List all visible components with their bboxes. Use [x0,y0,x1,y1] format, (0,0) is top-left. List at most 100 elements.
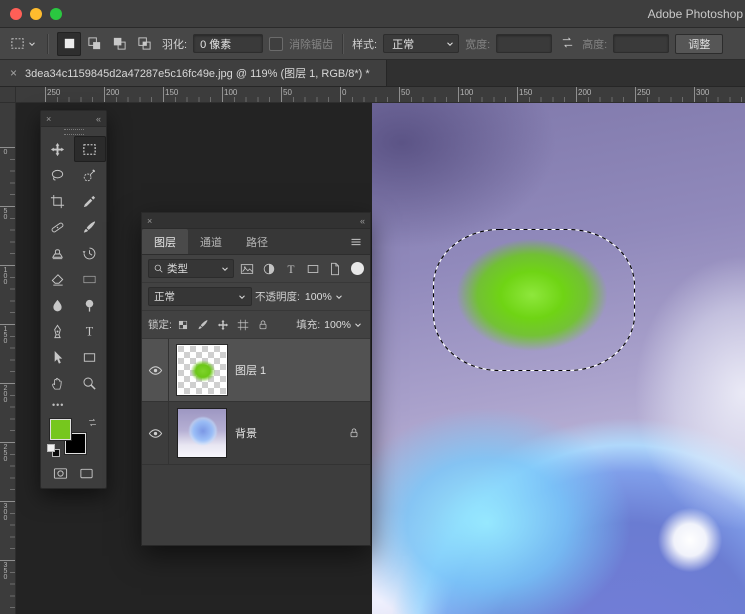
quick-mask-icon [53,466,68,481]
lock-all-button[interactable] [255,316,272,333]
lock-label: 锁定: [148,319,172,331]
foreground-color-swatch[interactable] [50,419,71,440]
rect-marquee-tool[interactable] [73,136,106,162]
tab-channels[interactable]: 通道 [188,229,234,254]
history-brush-tool-icon [82,246,97,261]
clone-stamp-tool[interactable] [41,240,74,266]
healing-brush-tool-icon [50,220,65,235]
pen-tool[interactable] [41,318,74,344]
move-tool[interactable] [41,136,74,162]
fill-value-select[interactable]: 100% [322,315,364,334]
ruler-corner[interactable] [0,87,16,103]
chevron-down-icon [221,265,229,273]
selection-marching-ants[interactable] [432,228,636,372]
panel-close-icon[interactable]: × [147,216,152,226]
fill-value: 100% [324,318,351,331]
dodge-tool[interactable] [74,292,107,318]
tool-preset-button[interactable] [8,34,38,53]
refine-edge-button[interactable]: 调整 [675,33,724,54]
ruler-tick-label: 200 [106,88,120,97]
panel-collapse-icon[interactable]: « [96,114,101,124]
lock-transparency-button[interactable] [175,316,192,333]
tab-close-icon[interactable]: × [10,66,17,80]
fullscreen-window-button[interactable] [50,7,62,20]
layer-row-layer1[interactable]: 图层 1 [142,339,370,402]
lock-position-button[interactable] [215,316,232,333]
canvas[interactable] [372,103,745,614]
blur-tool[interactable] [41,292,74,318]
intersect-selection-button[interactable] [132,32,156,56]
dodge-tool-icon [82,298,97,313]
zoom-tool[interactable] [74,370,107,396]
horizontal-ruler[interactable]: 250 200 150 100 50 0 50 100 150 200 250 300 [16,87,745,103]
panel-menu-icon[interactable] [349,236,363,248]
eraser-tool[interactable] [41,266,74,292]
crop-tool-icon [50,194,65,209]
layers-panel-header[interactable]: × « [142,213,370,229]
edit-toolbar-button[interactable]: ••• [41,396,106,414]
antialias-checkbox[interactable] [269,36,284,51]
layer-thumbnail[interactable] [177,408,227,458]
history-brush-tool[interactable] [74,240,107,266]
screen-mode-button[interactable] [76,464,98,482]
brush-tool[interactable] [74,214,107,240]
document-tab[interactable]: × 3dea34c1159845d2a47287e5c16fc49e.jpg @… [0,60,387,86]
path-selection-tool[interactable] [41,344,74,370]
clone-stamp-tool-icon [50,246,65,261]
tab-paths[interactable]: 路径 [234,229,280,254]
filter-pixel-layers-button[interactable] [237,259,256,278]
layer-name[interactable]: 图层 1 [235,362,266,378]
blend-mode-select[interactable]: 正常 [148,287,252,306]
ruler-tick-label: 100 [460,88,474,97]
lasso-tool[interactable] [41,162,74,188]
shape-tool[interactable] [74,344,107,370]
add-to-selection-button[interactable] [82,32,106,56]
eyedropper-tool[interactable] [74,188,107,214]
crop-tool[interactable] [41,188,74,214]
quick-mask-button[interactable] [49,464,71,482]
layer-name[interactable]: 背景 [235,425,257,441]
lock-paint-button[interactable] [195,316,212,333]
layer-visibility-toggle[interactable] [142,402,169,464]
hand-tool[interactable] [41,370,74,396]
swap-width-height-button[interactable] [558,35,576,53]
rect-marquee-tool-icon [82,142,97,157]
titlebar: Adobe Photoshop [0,0,745,28]
panel-collapse-icon[interactable]: « [360,216,365,226]
filter-toggle[interactable] [351,262,364,275]
feather-input[interactable] [193,34,264,53]
filter-smart-object-button[interactable] [325,259,344,278]
width-input[interactable] [496,34,553,53]
quick-selection-tool[interactable] [74,162,107,188]
healing-brush-tool[interactable] [41,214,74,240]
default-colors-icon[interactable] [47,444,62,459]
panel-grip[interactable] [41,127,106,136]
lock-artboard-button[interactable] [235,316,252,333]
filter-type-label: 类型 [167,263,188,275]
close-window-button[interactable] [10,7,22,20]
intersect-selection-icon [137,36,152,51]
filter-type-select[interactable]: 类型 [148,259,234,278]
subtract-from-selection-button[interactable] [107,32,131,56]
filter-type-layers-button[interactable] [281,259,300,278]
pasteboard[interactable] [16,103,745,614]
minimize-window-button[interactable] [30,7,42,20]
type-tool[interactable] [74,318,107,344]
tab-layers[interactable]: 图层 [142,229,188,254]
filter-shape-layers-button[interactable] [303,259,322,278]
filter-adjustment-layers-button[interactable] [259,259,278,278]
layer-row-background[interactable]: 背景 [142,402,370,465]
style-select[interactable]: 正常 [383,34,460,53]
panel-close-icon[interactable]: × [46,114,51,124]
layer-visibility-toggle[interactable] [142,339,169,401]
move-icon [217,319,229,331]
tools-panel-header[interactable]: × « [41,111,106,127]
gradient-tool[interactable] [74,266,107,292]
new-selection-button[interactable] [57,31,81,56]
layer-thumbnail[interactable] [177,345,227,395]
vertical-ruler[interactable]: 0 50 100 150 200 250 300 350 [0,103,16,614]
height-input[interactable] [613,34,670,53]
ruler-tick-label: 350 [2,562,9,580]
opacity-value-select[interactable]: 100% [303,287,345,306]
swap-colors-icon[interactable] [87,417,98,428]
